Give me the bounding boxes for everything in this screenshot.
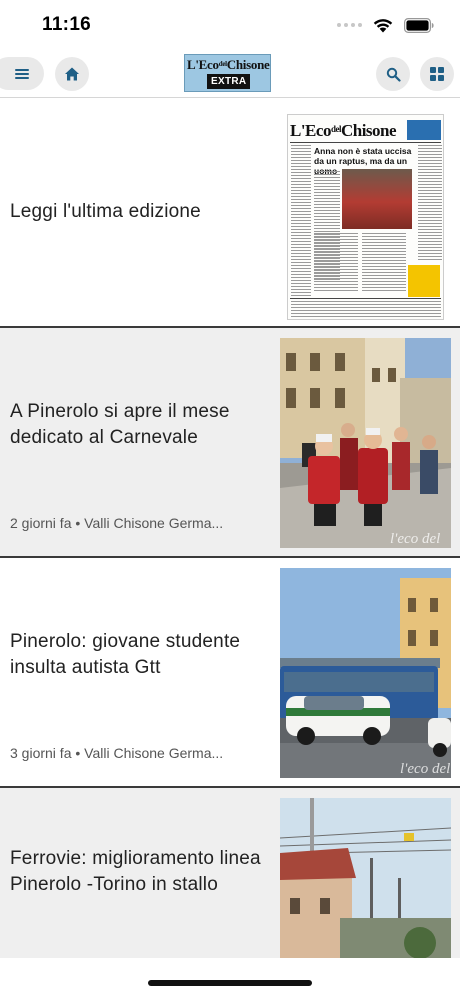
home-icon [65, 67, 79, 81]
logo-text-bottom: EXTRA [207, 74, 251, 89]
newspaper-photo [342, 169, 412, 229]
card-title: Ferrovie: miglioramento linea Pinerolo -… [10, 848, 261, 895]
newspaper-front-page-thumbnail[interactable]: L'EcodelChisone Anna non è stata uccisa … [287, 114, 444, 320]
latest-edition-card[interactable]: Leggi l'ultima edizione L'EcodelChisone … [0, 98, 460, 328]
newspaper-ad-box [407, 120, 441, 140]
card-meta: 2 giorni fa • Valli Chisone Germa... [10, 515, 224, 531]
photo-watermark: l'eco del [390, 531, 440, 547]
photo-watermark: l'eco del [400, 761, 450, 777]
status-bar: 11:16 [0, 0, 460, 50]
carnival-parade-photo[interactable]: l'eco del [280, 338, 451, 548]
home-indicator[interactable] [148, 980, 312, 986]
card-title: A Pinerolo si apre il mese dedicato al C… [10, 401, 230, 448]
card-title: Pinerolo: giovane studente insulta autis… [10, 631, 241, 678]
card-title: Leggi l'ultima edizione [10, 201, 201, 222]
status-icons [337, 17, 434, 33]
news-card[interactable]: Ferrovie: miglioramento linea Pinerolo -… [0, 788, 460, 958]
sections-grid-button[interactable] [420, 57, 454, 91]
battery-icon [404, 17, 434, 33]
app-logo[interactable]: L'EcodelChisone EXTRA [184, 54, 271, 92]
app-header: L'EcodelChisone EXTRA [0, 50, 460, 98]
newspaper-ad-yellow [408, 265, 440, 297]
railway-line-photo[interactable] [280, 798, 451, 958]
home-button[interactable] [55, 57, 89, 91]
grid-icon [430, 67, 444, 81]
wifi-icon [373, 19, 393, 33]
logo-text-top: L'EcodelChisone [187, 57, 270, 72]
news-card[interactable]: A Pinerolo si apre il mese dedicato al C… [0, 328, 460, 558]
status-time: 11:16 [42, 14, 92, 35]
bus-and-police-car-photo[interactable]: l'eco del [280, 568, 451, 778]
newspaper-masthead: L'EcodelChisone [290, 121, 397, 140]
home-indicator-area [0, 958, 460, 996]
news-card[interactable]: Pinerolo: giovane studente insulta autis… [0, 558, 460, 788]
menu-icon [15, 68, 29, 79]
news-feed: Leggi l'ultima edizione L'EcodelChisone … [0, 98, 460, 958]
cellular-dots-icon [337, 23, 362, 27]
menu-button[interactable] [0, 57, 44, 90]
search-icon [386, 67, 401, 82]
search-button[interactable] [376, 57, 410, 91]
card-meta: 3 giorni fa • Valli Chisone Germa... [10, 745, 224, 761]
